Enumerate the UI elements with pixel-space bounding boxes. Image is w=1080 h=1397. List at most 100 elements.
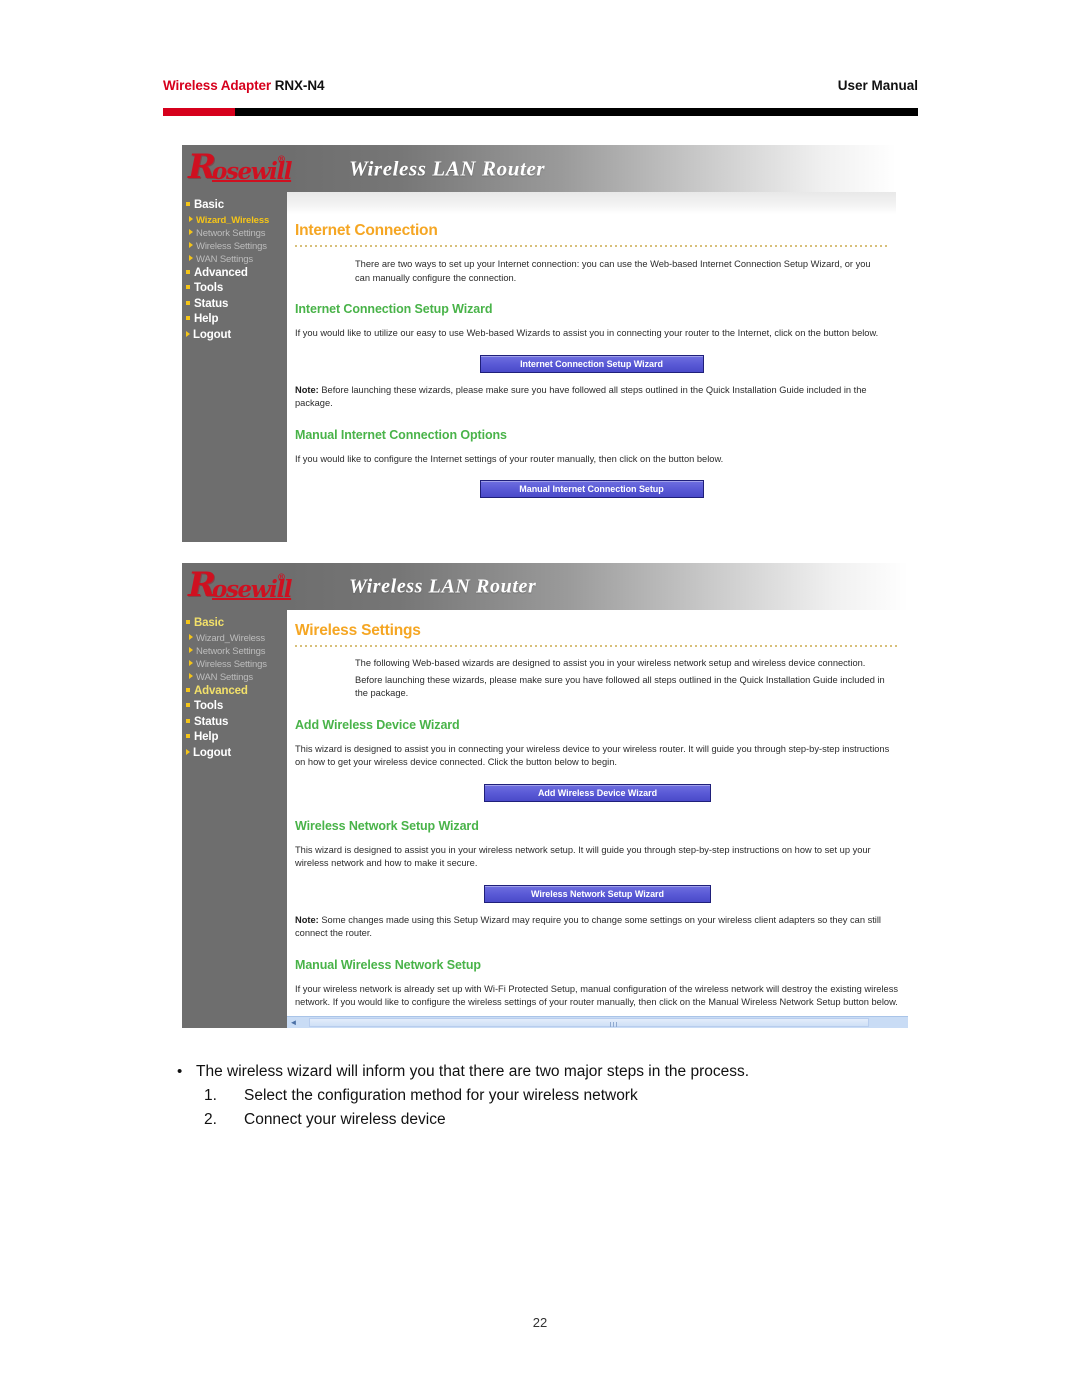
sidebar-item-label: Logout [193,328,232,341]
router-banner-title-1: Wireless LAN Router [349,156,546,180]
page-number: 22 [532,1315,548,1330]
scroll-left-arrow-icon[interactable]: ◄ [289,1018,298,1027]
title-divider [295,645,900,647]
router-banner-1: Wireless LAN Router [287,145,896,192]
page-title: Internet Connection [295,222,438,239]
router-banner-2: Wireless LAN Router [287,563,908,610]
internet-connection-setup-wizard-button[interactable]: Internet Connection Setup Wizard [479,354,704,373]
sidebar-item-tools[interactable]: Tools [182,699,287,715]
sidebar-item-advanced[interactable]: Advanced [182,266,287,282]
triangle-bullet-icon [189,215,193,222]
scrollbar-grip-icon [610,1022,618,1027]
header-model-text: RNX-N4 [274,78,325,93]
sidebar-item-wireless-settings[interactable]: Wireless Settings [182,240,287,253]
section-text-add-wireless-device: This wizard is designed to assist you in… [295,743,890,768]
square-bullet-icon [186,285,190,289]
sidebar-item-label: Help [194,313,219,325]
sidebar-item-label: WAN Settings [196,253,253,265]
header-brand-text: Wireless Adapter [163,78,275,93]
sidebar-item-logout[interactable]: Logout [182,328,287,344]
router-sidebar-2: Basic Wizard_Wireless Network Settings W… [182,610,287,1028]
sidebar-item-label: Network Settings [196,227,266,239]
sidebar-item-label: Wireless Settings [196,240,267,252]
sidebar-item-status[interactable]: Status [182,715,287,731]
sidebar-item-help[interactable]: Help [182,730,287,746]
sidebar-item-tools[interactable]: Tools [182,281,287,297]
sidebar-item-label: Status [194,297,229,310]
sidebar-item-label: Help [194,731,219,743]
intro-paragraph: There are two ways to set up your Intern… [355,259,871,283]
sidebar-item-basic[interactable]: Basic [182,198,287,214]
sidebar-item-wizard-wireless[interactable]: Wizard_Wireless [182,632,287,645]
router-banner-title-2: Wireless LAN Router [349,575,537,597]
step-text: Connect your wireless device [244,1111,446,1128]
button-row-wireless-network-setup: Wireless Network Setup Wizard [287,884,908,903]
sidebar-item-wan-settings[interactable]: WAN Settings [182,671,287,684]
note-text: Before launching these wizards, please m… [295,384,867,409]
document-header: Wireless Adapter RNX-N4 User Manual [163,78,918,100]
sidebar-item-wireless-settings[interactable]: Wireless Settings [182,658,287,671]
horizontal-scrollbar[interactable]: ◄ [287,1016,908,1028]
sidebar-item-help[interactable]: Help [182,312,287,328]
header-title-right: User Manual [837,78,918,93]
sidebar-item-label: Advanced [194,266,248,279]
wireless-network-setup-wizard-button[interactable]: Wireless Network Setup Wizard [484,884,711,903]
triangle-bullet-icon [189,228,193,235]
note-step-item: 2. Connect your wireless device [163,1108,923,1131]
registered-mark-icon: ® [277,155,286,165]
sidebar-item-label: Tools [194,700,224,712]
router-sidebar-1: Basic Wizard_Wireless Network Settings W… [182,192,287,542]
bullet-dot-icon: • [177,1063,183,1080]
section-text-setup-wizard: If you would like to utilize our easy to… [295,328,879,338]
header-rule-accent [163,108,235,116]
sidebar-item-network-settings[interactable]: Network Settings [182,227,287,240]
manual-internet-connection-setup-button[interactable]: Manual Internet Connection Setup [479,480,704,498]
sidebar-item-network-settings[interactable]: Network Settings [182,645,287,658]
button-row-add-wireless-device: Add Wireless Device Wizard [287,783,908,802]
section-text-wireless-network-setup: This wizard is designed to assist you in… [295,844,871,869]
scrollbar-thumb[interactable] [309,1018,869,1027]
triangle-bullet-icon [189,672,193,679]
sidebar-item-label: Basic [194,617,224,629]
router-content-1: Internet Connection There are two ways t… [287,192,896,542]
step-number: 2. [204,1111,217,1128]
rosewill-logo-icon: Rosewill ® [188,147,293,187]
button-row-setup-wizard: Internet Connection Setup Wizard [287,354,896,373]
add-wireless-device-wizard-button[interactable]: Add Wireless Device Wizard [484,783,711,802]
sidebar-item-wan-settings[interactable]: WAN Settings [182,253,287,266]
instruction-notes: • The wireless wizard will inform you th… [163,1060,923,1131]
rosewill-logo-icon: Rosewill ® [188,565,293,605]
sidebar-item-label: Basic [194,199,224,211]
step-number: 1. [204,1087,217,1104]
sidebar-item-status[interactable]: Status [182,297,287,313]
sidebar-item-basic[interactable]: Basic [182,616,287,632]
section-text-manual-options: If you would like to configure the Inter… [295,453,724,464]
router-logo-cell-1: Rosewill ® [182,145,293,192]
section-note-wireless-network-setup: Note: Some changes made using this Setup… [295,914,898,941]
square-bullet-icon [186,703,190,707]
sidebar-item-logout[interactable]: Logout [182,746,287,762]
square-bullet-icon [186,620,190,624]
note-text: Some changes made using this Setup Wizar… [295,914,881,939]
intro-paragraph-line1: The following Web-based wizards are desi… [355,658,866,668]
square-bullet-icon [186,687,190,692]
content-top-strip [287,192,896,214]
button-row-manual-setup: Manual Internet Connection Setup [287,479,896,498]
router-body-1: Basic Wizard_Wireless Network Settings W… [182,192,896,542]
sidebar-item-advanced[interactable]: Advanced [182,684,287,700]
triangle-bullet-icon [189,659,193,666]
section-heading-wireless-network-setup: Wireless Network Setup Wizard [295,818,479,833]
title-divider [295,245,888,247]
triangle-bullet-icon [189,254,193,261]
sidebar-item-wizard-wireless[interactable]: Wizard_Wireless [182,214,287,227]
triangle-bullet-icon [189,241,193,248]
sidebar-item-label: Status [194,715,229,728]
note-bullet-text: The wireless wizard will inform you that… [196,1063,750,1080]
note-label: Note: [295,384,319,395]
router-header-bar-1: Rosewill ® Wireless LAN Router [182,145,896,192]
section-heading-manual-wireless-setup: Manual Wireless Network Setup [295,957,481,972]
section-heading-manual-options: Manual Internet Connection Options [295,427,507,442]
triangle-bullet-icon [189,646,193,653]
page-title: Wireless Settings [295,622,421,639]
square-bullet-icon [186,316,190,320]
